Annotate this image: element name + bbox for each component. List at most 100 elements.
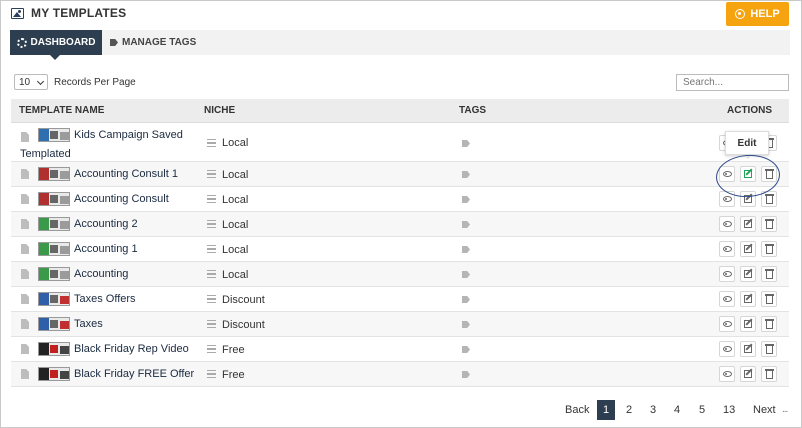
tag-icon [462,296,470,303]
tag-icon [110,39,118,46]
delete-button[interactable] [761,216,777,232]
delete-button[interactable] [761,316,777,332]
template-thumbnail[interactable] [38,267,70,281]
pagination-page-1[interactable]: 1 [597,400,615,420]
file-icon [21,194,29,204]
templates-table: TEMPLATE NAME NICHE TAGS ACTIONS Kids Ca… [11,99,789,387]
records-per-page-value: 10 [19,76,31,88]
edit-button[interactable] [740,366,756,382]
niche-value: Discount [222,319,265,331]
edit-button[interactable] [740,291,756,307]
tab-dashboard-label: DASHBOARD [30,37,96,48]
view-button[interactable] [719,266,735,282]
list-icon [207,370,216,378]
template-name[interactable]: Taxes [74,318,103,330]
table-row: Black Friday Rep Video Free [11,337,789,362]
template-thumbnail[interactable] [38,342,70,356]
pagination-back[interactable]: Back [565,404,589,416]
pagination-page-4[interactable]: 4 [674,404,680,416]
template-thumbnail[interactable] [38,192,70,206]
delete-button[interactable] [761,266,777,282]
view-button[interactable] [719,366,735,382]
template-thumbnail[interactable] [38,292,70,306]
template-name[interactable]: Accounting Consult [74,193,169,205]
template-name-continued[interactable]: Templated [20,148,71,160]
tag-icon [462,246,470,253]
table-row: Accounting 1 Local [11,237,789,262]
header-tags[interactable]: TAGS [459,105,486,116]
template-thumbnail[interactable] [38,217,70,231]
niche-value: Local [222,137,249,149]
delete-button[interactable] [761,341,777,357]
header-template-name[interactable]: TEMPLATE NAME [19,105,104,116]
edit-button[interactable] [740,241,756,257]
header-niche[interactable]: NICHE [204,105,235,116]
trash-icon [764,294,774,304]
chevron-down-icon [36,77,45,86]
delete-button[interactable] [761,291,777,307]
file-icon [21,319,29,329]
help-button[interactable]: HELP [726,2,789,26]
file-icon [21,294,29,304]
template-name[interactable]: Black Friday Rep Video [74,343,189,355]
help-label: HELP [750,8,780,20]
file-icon [21,244,29,254]
view-button[interactable] [719,341,735,357]
eye-icon [722,221,732,227]
delete-button[interactable] [761,366,777,382]
list-icon [207,170,216,178]
view-button[interactable] [719,316,735,332]
tag-icon [462,140,470,147]
search-input[interactable] [676,74,789,91]
list-icon [207,139,216,147]
template-thumbnail[interactable] [38,242,70,256]
table-row: Kids Campaign Saved Templated Local [11,123,789,162]
template-name[interactable]: Taxes Offers [74,293,136,305]
tag-icon [462,371,470,378]
view-button[interactable] [719,241,735,257]
tag-icon [462,171,470,178]
pagination-page-5[interactable]: 5 [699,404,705,416]
template-thumbnail[interactable] [38,167,70,181]
template-name[interactable]: Accounting Consult 1 [74,168,178,180]
template-name[interactable]: Accounting 2 [74,218,138,230]
template-name[interactable]: Accounting [74,268,128,280]
pagination-page-13[interactable]: 13 [723,404,735,416]
trash-icon [764,269,774,279]
template-thumbnail[interactable] [38,367,70,381]
edit-button[interactable] [740,316,756,332]
table-row: Taxes Discount [11,312,789,337]
records-per-page-select[interactable]: 10 [14,74,48,90]
edit-icon [744,245,752,253]
pagination-next[interactable]: Next [753,404,776,416]
view-button[interactable] [719,216,735,232]
view-button[interactable] [719,291,735,307]
template-thumbnail[interactable] [38,317,70,331]
template-thumbnail[interactable] [38,128,70,142]
trash-icon [764,369,774,379]
tab-manage-tags-label: MANAGE TAGS [122,37,197,48]
tag-icon [462,346,470,353]
template-name[interactable]: Black Friday FREE Offer [74,368,194,380]
image-icon [11,8,24,19]
delete-button[interactable] [761,241,777,257]
list-icon [207,345,216,353]
eye-icon [722,321,732,327]
file-icon [21,132,29,142]
edit-button[interactable] [740,216,756,232]
edit-button[interactable] [740,266,756,282]
template-name[interactable]: Accounting 1 [74,243,138,255]
pagination: Back 1 2 3 4 5 13 Next ... [560,400,800,420]
file-icon [21,219,29,229]
edit-button[interactable] [740,341,756,357]
pagination-page-2[interactable]: 2 [626,404,632,416]
pagination-page-3[interactable]: 3 [650,404,656,416]
eye-icon [722,271,732,277]
circle-icon [735,9,746,19]
list-icon [207,195,216,203]
tab-manage-tags[interactable]: MANAGE TAGS [110,30,196,55]
file-icon [21,169,29,179]
tab-dashboard[interactable]: DASHBOARD [10,30,102,60]
template-name[interactable]: Kids Campaign Saved [74,129,183,141]
list-icon [207,245,216,253]
